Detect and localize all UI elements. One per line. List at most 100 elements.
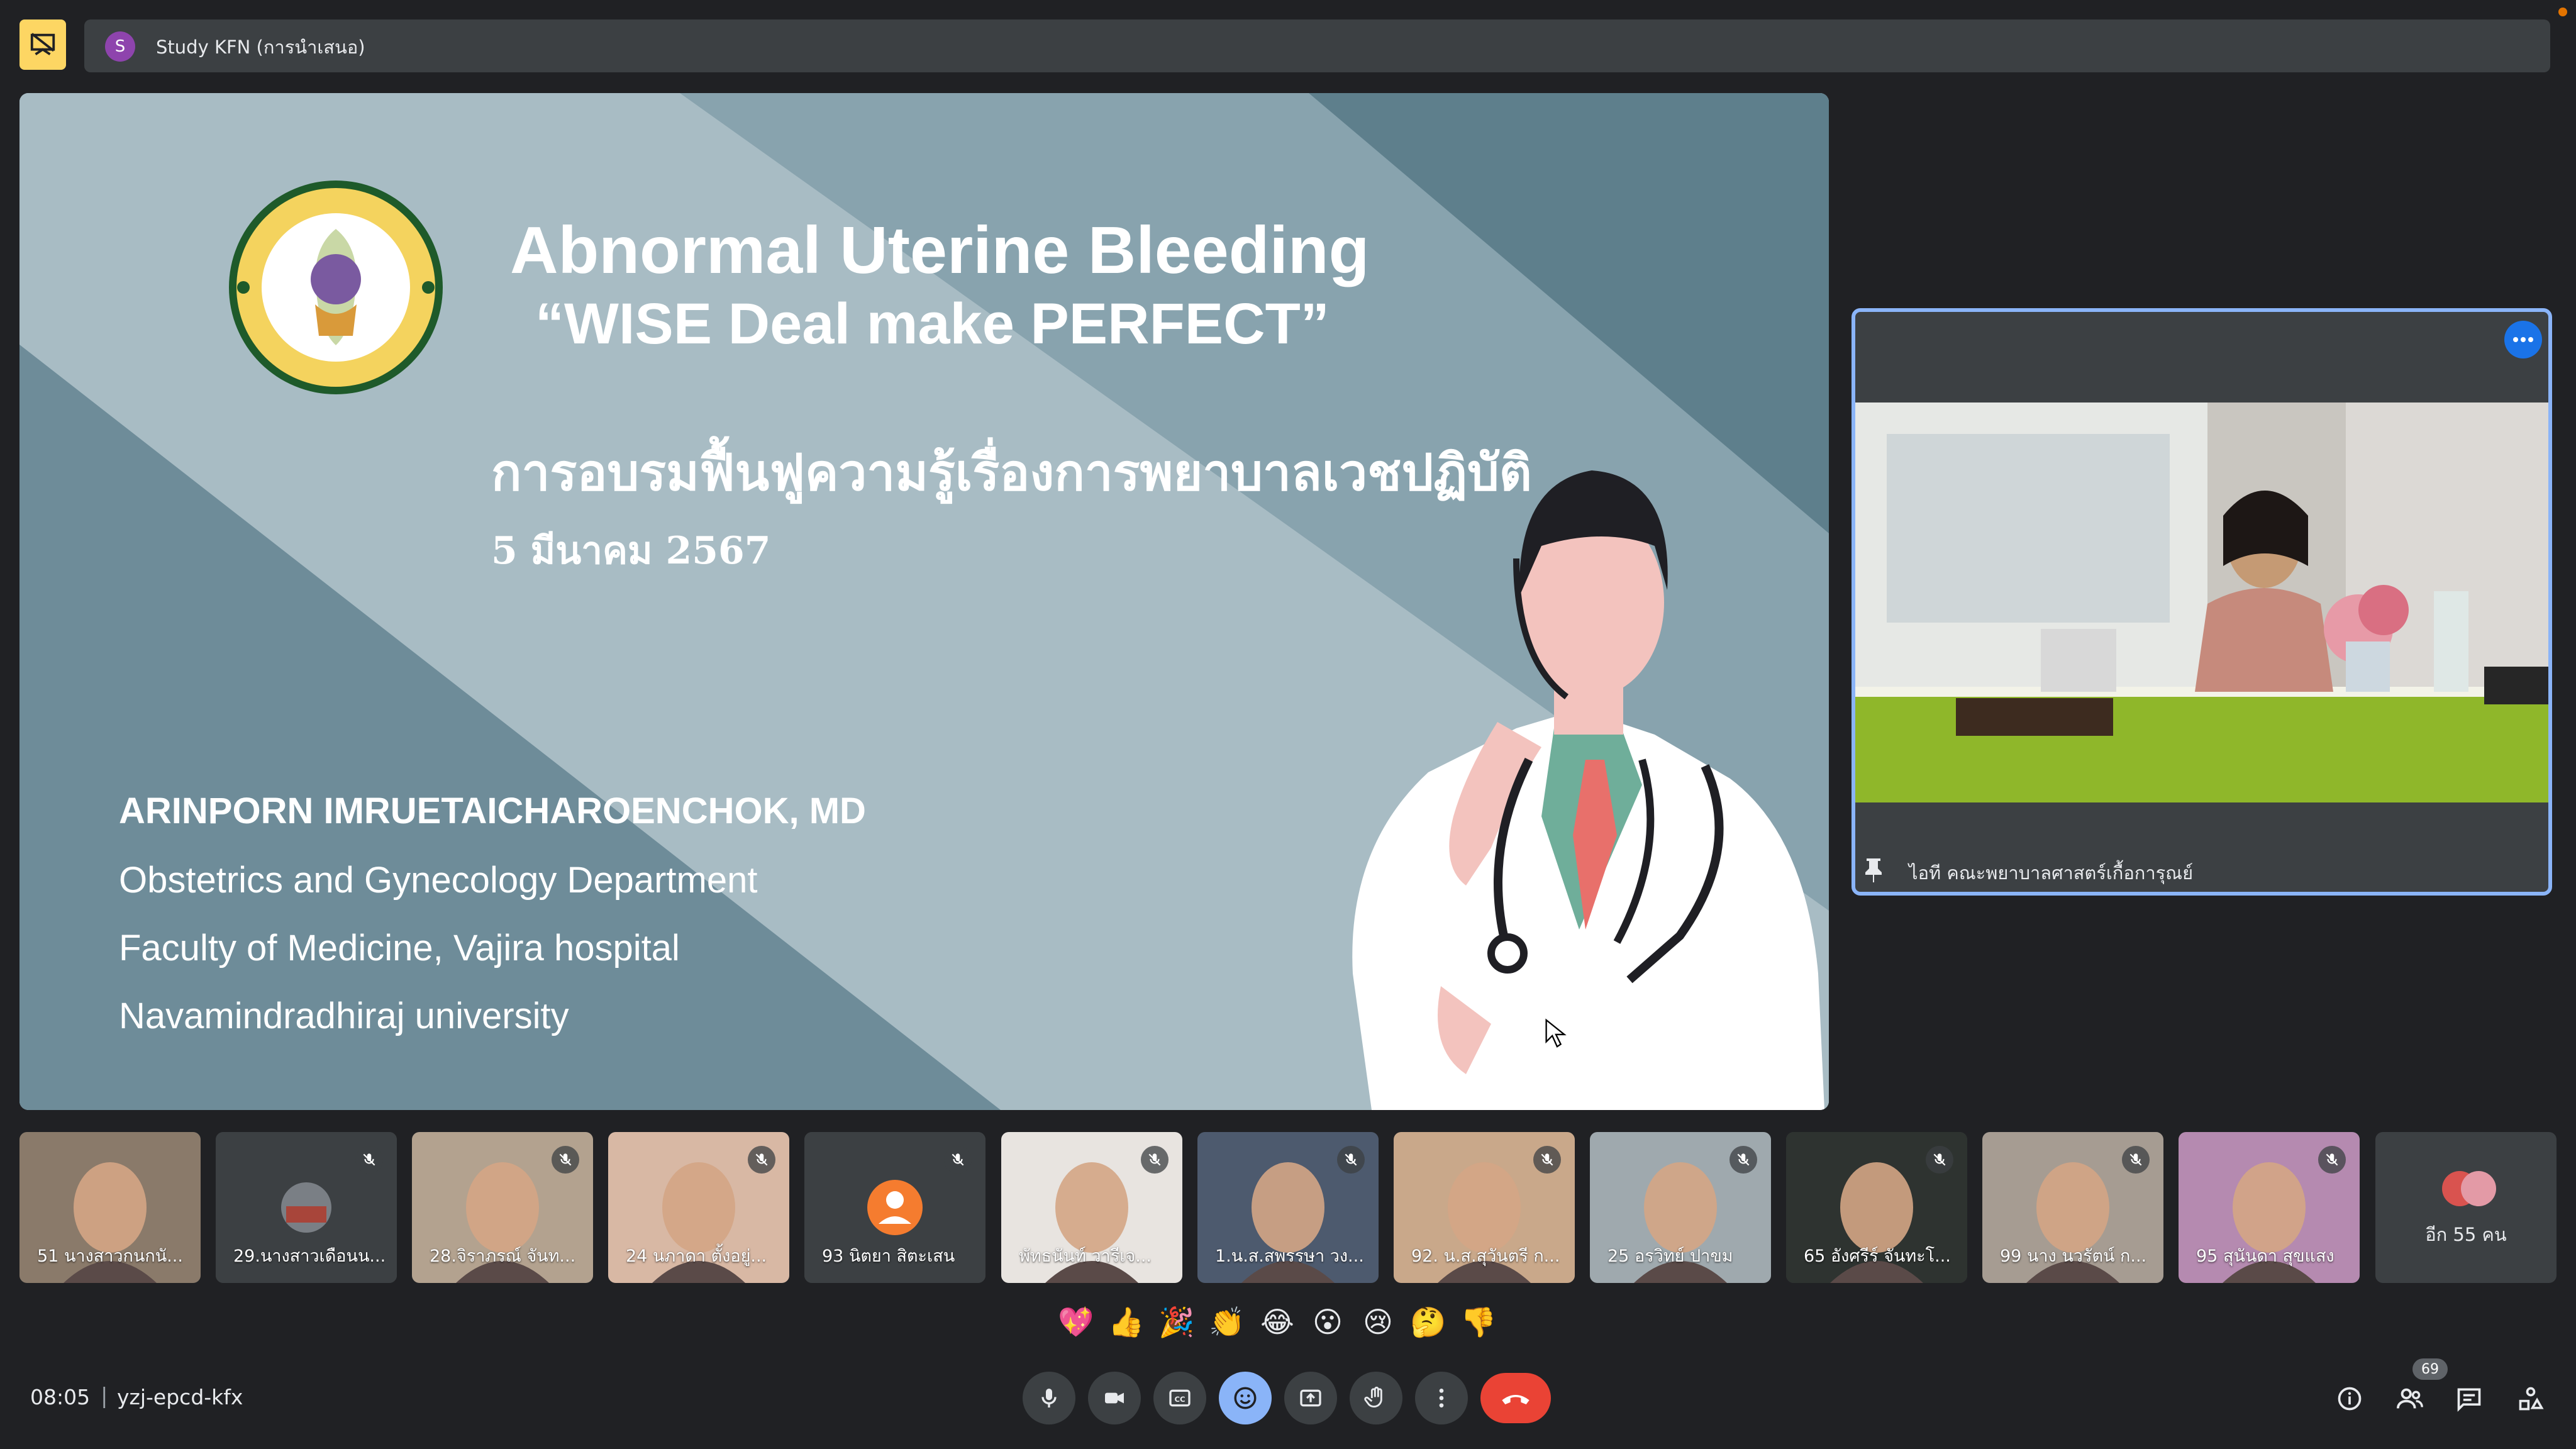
chat-icon (2457, 1388, 2481, 1412)
participant-tile[interactable]: 24 นภาดา ตั้งอยู่... (608, 1132, 789, 1283)
muted-indicator (1533, 1146, 1561, 1174)
participant-tile[interactable]: 29.นางสาวเดือนน... (216, 1132, 397, 1283)
mic-off-icon (755, 1153, 768, 1166)
chat-button[interactable] (2450, 1380, 2488, 1418)
reaction-emoji[interactable]: 👏 (1208, 1302, 1246, 1341)
avatar-group-icon (2442, 1171, 2496, 1206)
mouse-cursor-icon (1545, 1018, 1567, 1048)
muted-indicator (2122, 1146, 2150, 1174)
more-vertical-icon (1439, 1389, 1444, 1407)
mic-off-icon (1933, 1153, 1946, 1166)
leave-call-button[interactable] (1480, 1373, 1551, 1423)
hand-icon (1364, 1386, 1382, 1407)
microphone-icon (1041, 1389, 1057, 1407)
info-icon (2338, 1387, 2362, 1411)
activities-button[interactable] (2512, 1380, 2550, 1418)
mic-off-icon (559, 1153, 572, 1166)
slide-department: Obstetrics and Gynecology Department (119, 860, 758, 901)
reaction-emoji[interactable]: 🤔 (1409, 1302, 1448, 1341)
people-count-badge: 69 (2412, 1358, 2448, 1380)
mic-off-icon (1541, 1153, 1553, 1166)
mic-off-icon (1345, 1153, 1357, 1166)
muted-indicator (1141, 1146, 1169, 1174)
muted-indicator (2318, 1146, 2346, 1174)
more-participants-tile[interactable]: อีก 55 คน (2375, 1132, 2557, 1283)
participant-tile[interactable]: 25 อรวิทย์ ปาขม (1590, 1132, 1771, 1283)
camera-icon (1105, 1392, 1124, 1404)
presentation-icon[interactable] (19, 19, 66, 70)
participant-name: 28.จิราภรณ์ จันท... (430, 1246, 576, 1266)
participant-name: 65 อังศรีร์ จันทะโ... (1804, 1246, 1951, 1266)
reactions-bar: 💖 👍 🎉 👏 😂 😮 😢 🤔 👎 (1057, 1297, 1498, 1347)
pin-icon (1865, 858, 1882, 882)
participant-tile[interactable]: 1.น.ส.สพรรษา วง... (1197, 1132, 1379, 1283)
participant-name: 24 นภาดา ตั้งอยู่... (626, 1246, 767, 1266)
presenter-avatar: S (105, 31, 135, 62)
separator: | (101, 1384, 108, 1409)
reaction-emoji[interactable]: 😂 (1258, 1302, 1297, 1341)
slide-subtitle: “WISE Deal make PERFECT” (535, 292, 1330, 356)
reaction-emoji[interactable]: 😮 (1308, 1302, 1347, 1341)
muted-indicator (1926, 1146, 1953, 1174)
reaction-emoji[interactable]: 💖 (1057, 1302, 1096, 1341)
participant-name: 1.น.ส.สพรรษา วง... (1215, 1246, 1364, 1266)
presentation-title: Study KFN (การนำเสนอ) (156, 36, 365, 58)
participant-name: 92. น.ส.สุวันตรี ก... (1411, 1246, 1560, 1266)
participant-tile[interactable]: 28.จิราภรณ์ จันท... (412, 1132, 593, 1283)
muted-indicator (552, 1146, 579, 1174)
muted-indicator (1337, 1146, 1365, 1174)
participant-tile[interactable]: 92. น.ส.สุวันตรี ก... (1394, 1132, 1575, 1283)
svg-text:CC: CC (1174, 1395, 1185, 1404)
clock-time: 08:05 (30, 1385, 91, 1409)
mic-off-icon (2326, 1153, 2338, 1166)
people-button[interactable] (2391, 1380, 2429, 1418)
slide-date: 5 มีนาคม 2567 (491, 529, 771, 573)
end-call-icon (1502, 1395, 1530, 1404)
camera-button[interactable] (1088, 1372, 1141, 1424)
slide-title: Abnormal Uterine Bleeding (510, 213, 1370, 287)
activities-icon (2519, 1387, 2544, 1411)
more-participants-label: อีก 55 คน (2425, 1224, 2507, 1245)
participant-name: 95 สุนันดา สุขแสง (2196, 1246, 2334, 1266)
pinned-video-feed (1855, 402, 2548, 802)
captions-icon: CC (1169, 1389, 1191, 1407)
meeting-code: yzj-epcd-kfx (117, 1385, 243, 1409)
raise-hand-button[interactable] (1350, 1372, 1402, 1424)
more-options-menu-button[interactable] (1415, 1372, 1468, 1424)
participant-name: 25 อรวิทย์ ปาขม (1607, 1246, 1733, 1266)
participant-tile[interactable]: 65 อังศรีร์ จันทะโ... (1786, 1132, 1967, 1283)
university-logo (229, 180, 443, 394)
participant-tile[interactable]: 99 นาง นวรัตน์ ก... (1982, 1132, 2163, 1283)
participant-tile[interactable]: 93 นิตยา สิตะเสน (804, 1132, 985, 1283)
participant-tile[interactable]: 51 นางสาวกนกนั... (19, 1132, 201, 1283)
microphone-button[interactable] (1023, 1372, 1075, 1424)
participant-name: 99 นาง นวรัตน์ ก... (2000, 1246, 2147, 1266)
shared-screen-slide: Abnormal Uterine Bleeding “WISE Deal mak… (19, 93, 1829, 1110)
muted-indicator (944, 1146, 972, 1174)
slide-thai-heading: การอบรมฟื้นฟูความรู้เรื่องการพยาบาลเวชปฏ… (491, 443, 1532, 502)
mic-off-icon (952, 1153, 964, 1166)
slide-faculty: Faculty of Medicine, Vajira hospital (119, 928, 680, 969)
participant-name: พัทธนันท์ วารีเจ... (1019, 1246, 1152, 1266)
reaction-emoji[interactable]: 😢 (1358, 1302, 1397, 1341)
slide-university: Navamindradhiraj university (119, 996, 569, 1036)
reaction-emoji[interactable]: 👎 (1459, 1302, 1498, 1341)
meeting-details-button[interactable] (2331, 1380, 2368, 1418)
muted-indicator (1729, 1146, 1757, 1174)
participant-name: 51 นางสาวกนกนั... (37, 1246, 183, 1266)
participant-tile[interactable]: 95 สุนันดา สุขแสง (2179, 1132, 2360, 1283)
present-screen-icon (1300, 1389, 1321, 1407)
emoji-reactions-button[interactable] (1219, 1372, 1272, 1424)
more-horizontal-icon (2513, 337, 2533, 342)
mic-off-icon (1148, 1153, 1161, 1166)
reaction-emoji[interactable]: 👍 (1107, 1302, 1146, 1341)
more-options-button[interactable] (2504, 321, 2542, 358)
mic-off-icon (2129, 1153, 2142, 1166)
notification-dot (2558, 8, 2567, 16)
reaction-emoji[interactable]: 🎉 (1157, 1302, 1196, 1341)
participant-name: 93 นิตยา สิตะเสน (822, 1246, 955, 1266)
presentation-banner[interactable] (84, 19, 2550, 72)
present-screen-button[interactable] (1284, 1372, 1337, 1424)
captions-button[interactable]: CC (1153, 1372, 1206, 1424)
participant-tile[interactable]: พัทธนันท์ วารีเจ... (1001, 1132, 1182, 1283)
